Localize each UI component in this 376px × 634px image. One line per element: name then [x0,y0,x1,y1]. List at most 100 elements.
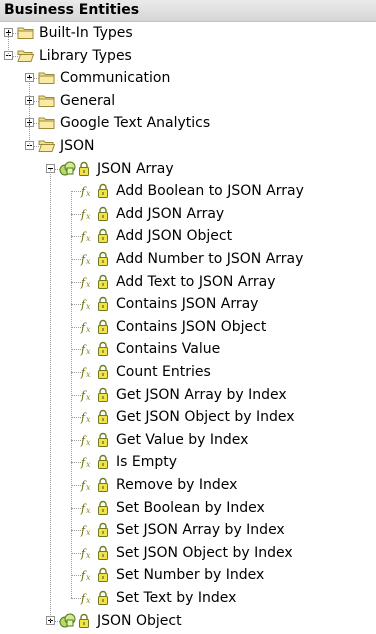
function-icon: fx [80,545,94,560]
folder-icon [38,93,55,108]
lock-icon [97,251,109,266]
tree-item-json[interactable]: JSON [0,135,376,157]
tree-item-label: JSON [60,138,95,154]
tree-item-label: Set JSON Array by Index [116,522,285,539]
lock-icon [97,500,109,515]
tree-item-label: Add JSON Object [116,228,233,245]
tree-item-contains-json-object[interactable]: f x Contains JSON Object [0,316,376,338]
function-icon: fx [80,590,94,605]
tree-item-json-array[interactable]: JSON Array [0,158,376,180]
tree-item-set-boolean-by-index[interactable]: f x Set Boolean by Index [0,497,376,519]
lock-icon [78,161,90,176]
tree-item-label: Set Text by Index [116,590,237,606]
lock-icon [97,409,109,425]
tree-item-label: Set Boolean by Index [116,499,265,516]
tree-item-label: Add Text to JSON Array [116,273,276,290]
business-entity-icon [59,161,76,176]
tree-item-count-entries[interactable]: f x Count Entries [0,361,376,383]
function-icon: fx [80,251,94,266]
tree-item-label: JSON Object [97,612,182,629]
lock-icon [97,364,109,379]
function-icon: fx [80,500,94,515]
svg-text:x: x [86,370,91,379]
tree-item-label: Contains JSON Object [116,318,267,335]
svg-text:x: x [86,415,91,424]
tree-item-general[interactable]: General [0,90,376,112]
tree-item-label: Contains JSON Array [116,296,259,313]
tree-item-label: JSON Array [97,160,174,177]
tree-item-add-text-to-json-array[interactable]: f x Add Text to JSON Array [0,271,376,293]
business-entities-tree[interactable]: Built-In Types Library Types Communication… [0,22,376,634]
svg-text:x: x [86,189,91,198]
lock-icon [97,567,109,583]
tree-item-add-json-array[interactable]: f x Add JSON Array [0,203,376,225]
tree-item-label: Get Value by Index [116,431,249,448]
tree-item-label: Communication [60,70,171,87]
tree-item-built-in-types[interactable]: Built-In Types [0,22,376,44]
lock-icon [97,206,109,221]
svg-text:x: x [86,302,91,311]
tree-item-label: Get JSON Object by Index [116,409,295,426]
function-icon: fx [80,432,94,447]
svg-text:x: x [86,234,91,243]
tree-guide-line [29,123,30,146]
tree-item-set-number-by-index[interactable]: f x Set Number by Index [0,564,376,586]
tree-item-get-json-array-by-index[interactable]: f x Get JSON Array by Index [0,384,376,406]
tree-item-json-object[interactable]: JSON Object [0,610,376,632]
svg-text:x: x [86,528,91,537]
function-icon: fx [80,183,94,198]
lock-icon [97,296,109,312]
folder-icon [38,115,55,130]
folder-icon [17,25,34,40]
lock-icon [97,454,109,470]
lock-icon [97,387,109,402]
function-icon: fx [80,567,94,582]
lock-icon [97,274,109,289]
tree-item-library-types[interactable]: Library Types [0,45,376,67]
tree-item-add-boolean-to-json-array[interactable]: f x Add Boolean to JSON Array [0,180,376,202]
tree-item-add-number-to-json-array[interactable]: f x Add Number to JSON Array [0,248,376,270]
svg-text:x: x [86,596,91,605]
function-icon: fx [80,319,94,334]
tree-item-set-text-by-index[interactable]: f x Set Text by Index [0,587,376,609]
tree-guide-line [50,168,51,621]
tree-item-get-value-by-index[interactable]: f x Get Value by Index [0,429,376,451]
tree-item-communication[interactable]: Communication [0,67,376,89]
tree-item-label: Get JSON Array by Index [116,386,287,403]
tree-item-is-empty[interactable]: f x Is Empty [0,451,376,473]
tree-item-contains-json-array[interactable]: f x Contains JSON Array [0,293,376,315]
tree-item-label: Library Types [39,47,132,64]
tree-item-label: Contains Value [116,341,221,358]
svg-text:x: x [86,257,91,266]
function-icon: fx [80,477,94,492]
lock-icon [97,590,109,605]
lock-icon [97,228,109,244]
svg-text:x: x [86,280,91,289]
tree-item-get-json-object-by-index[interactable]: f x Get JSON Object by Index [0,406,376,428]
tree-item-label: Google Text Analytics [60,115,211,132]
function-icon: fx [80,454,94,469]
tree-item-set-json-array-by-index[interactable]: f x Set JSON Array by Index [0,519,376,541]
svg-text:x: x [86,325,91,334]
svg-text:x: x [86,506,91,515]
tree-item-label: Add Boolean to JSON Array [116,183,304,200]
tree-item-contains-value[interactable]: f x Contains Value [0,338,376,360]
lock-icon [97,341,109,357]
tree-item-label: General [60,92,116,109]
function-icon: fx [80,296,94,311]
panel-title: Business Entities [0,0,376,22]
lock-icon [97,522,109,538]
tree-item-remove-by-index[interactable]: f x Remove by Index [0,474,376,496]
lock-icon [97,545,109,560]
tree-item-add-json-object[interactable]: f x Add JSON Object [0,225,376,247]
lock-icon [97,319,109,334]
tree-item-set-json-object-by-index[interactable]: f x Set JSON Object by Index [0,542,376,564]
tree-guide-line [71,575,72,598]
tree-item-google-text-analytics[interactable]: Google Text Analytics [0,112,376,134]
svg-text:x: x [86,551,91,560]
svg-text:x: x [86,483,91,492]
business-entity-icon [59,613,76,628]
tree-item-label: Add Number to JSON Array [116,251,304,267]
function-icon: fx [80,228,94,243]
tree-item-label: Count Entries [116,364,211,380]
